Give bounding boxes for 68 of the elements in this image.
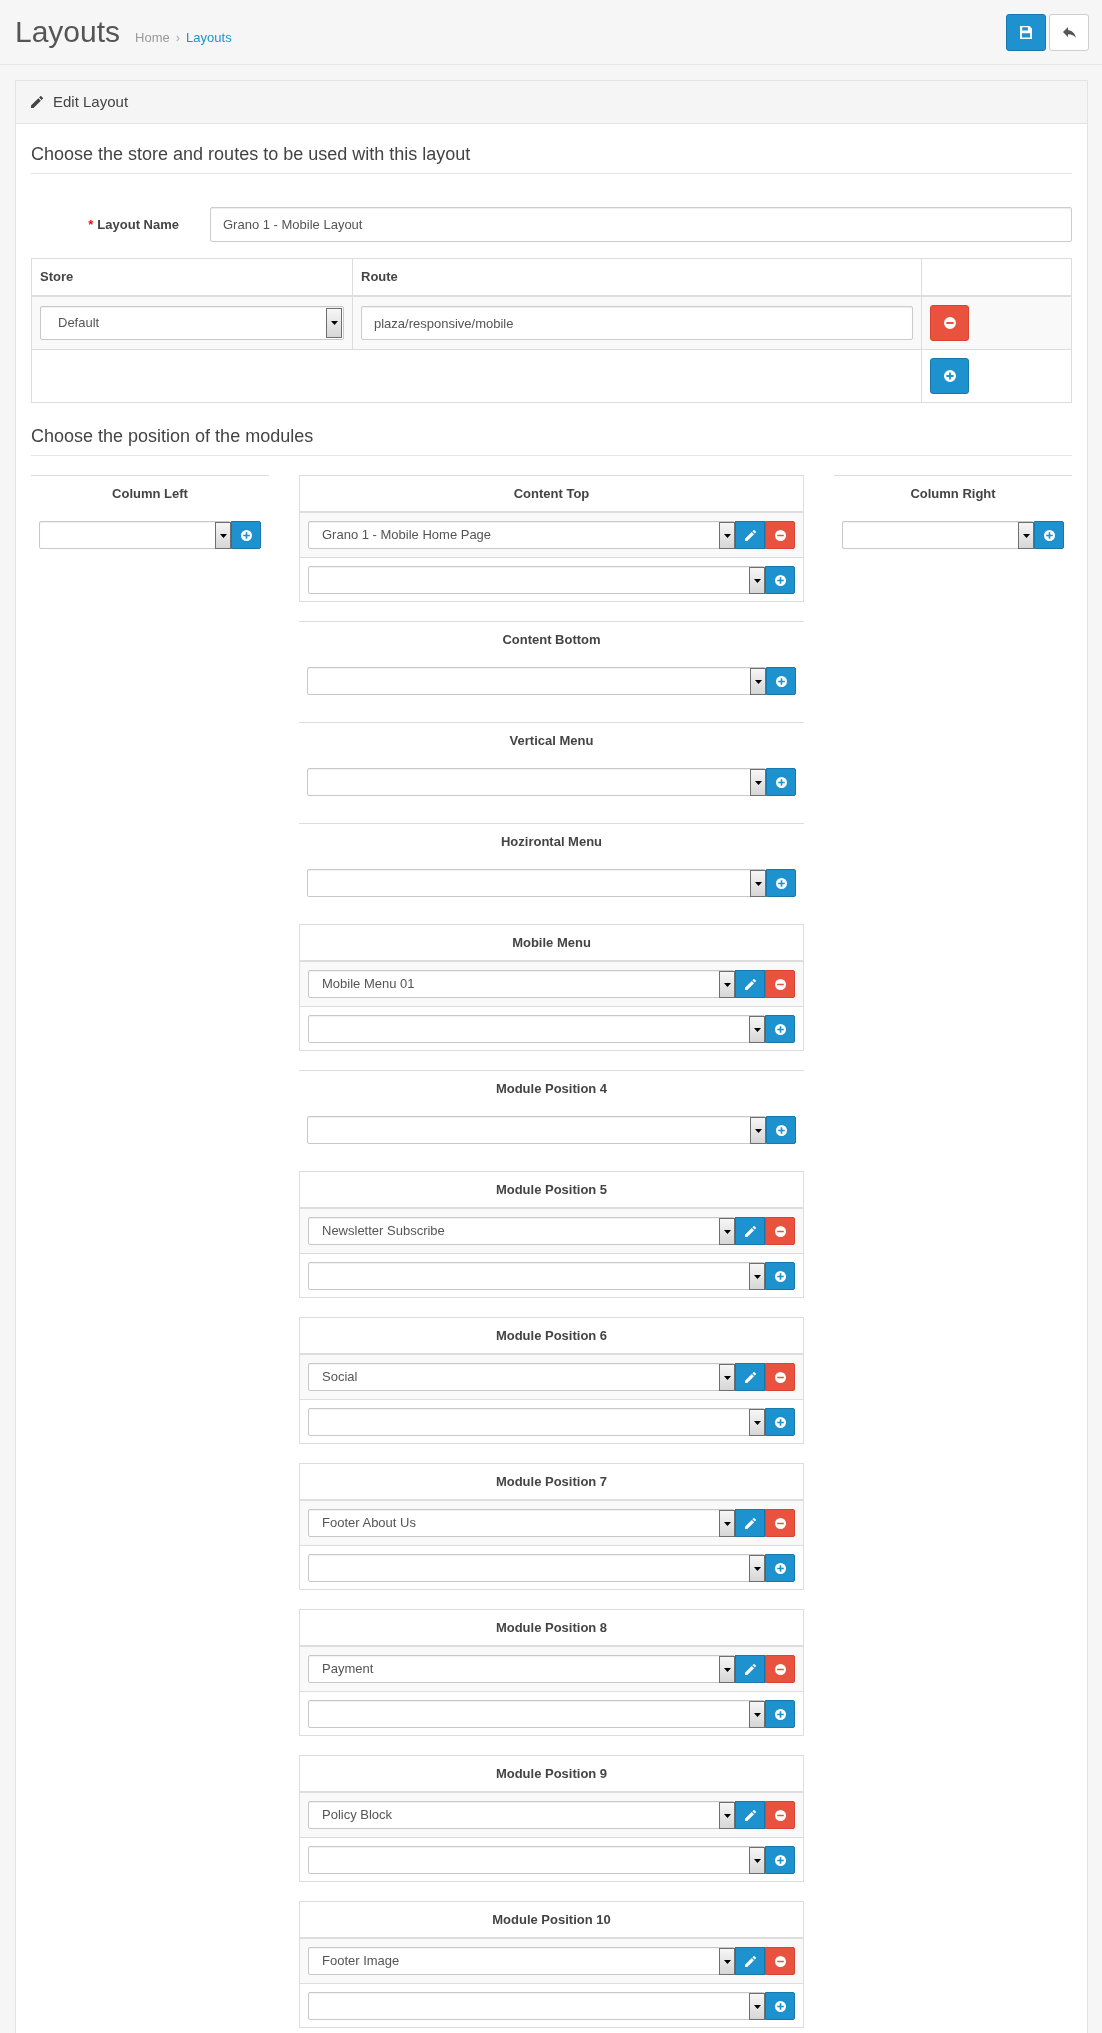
- layout-name-input[interactable]: Grano 1 - Mobile Layout: [210, 207, 1072, 242]
- field-label: Layout Name: [97, 217, 179, 232]
- remove-button[interactable]: [765, 1363, 795, 1391]
- add-button[interactable]: [765, 1700, 795, 1728]
- remove-button[interactable]: [765, 1655, 795, 1683]
- breadcrumb-separator: ›: [175, 30, 181, 45]
- required-mark: *: [88, 217, 94, 232]
- edit-button[interactable]: [735, 1947, 765, 1975]
- page-title: Layouts: [15, 17, 121, 47]
- module-select[interactable]: Footer About Us: [308, 1509, 735, 1537]
- section-legend: Choose the position of the modules: [31, 426, 1072, 456]
- edit-button[interactable]: [735, 1801, 765, 1829]
- edit-button[interactable]: [735, 521, 765, 549]
- remove-button[interactable]: [765, 1217, 795, 1245]
- module-select[interactable]: Grano 1 - Mobile Home Page: [308, 521, 735, 549]
- edit-button[interactable]: [735, 1217, 765, 1245]
- module-select[interactable]: Policy Block: [308, 1801, 735, 1829]
- pencil-icon: [744, 1809, 756, 1821]
- add-button[interactable]: [765, 1554, 795, 1582]
- module-select[interactable]: Newsletter Subscribe: [308, 1217, 735, 1245]
- remove-button[interactable]: [930, 305, 969, 341]
- position-heading: Vertical Menu: [508, 732, 595, 750]
- pencil-icon: [744, 1955, 756, 1967]
- pencil-icon: [744, 1225, 756, 1237]
- position-heading: Content Bottom: [501, 631, 602, 649]
- module-select[interactable]: Footer Image: [308, 1947, 735, 1975]
- add-button[interactable]: [766, 1116, 796, 1144]
- pencil-icon: [744, 1517, 756, 1529]
- back-button[interactable]: [1049, 13, 1089, 51]
- position-heading: Module Position 4: [494, 1080, 609, 1098]
- add-button[interactable]: [765, 1846, 795, 1874]
- pencil-icon: [31, 96, 43, 108]
- add-button[interactable]: [1034, 521, 1064, 549]
- curved-arrow-icon: [1062, 26, 1076, 38]
- remove-button[interactable]: [765, 1947, 795, 1975]
- add-button[interactable]: [765, 1408, 795, 1436]
- edit-button[interactable]: [735, 1509, 765, 1537]
- add-button[interactable]: [765, 1262, 795, 1290]
- add-button[interactable]: [766, 869, 796, 897]
- edit-button[interactable]: [735, 1363, 765, 1391]
- edit-button[interactable]: [735, 1655, 765, 1683]
- position-heading: Column Right: [909, 485, 997, 503]
- add-button[interactable]: [231, 521, 261, 549]
- position-heading: Column Left: [111, 485, 189, 503]
- pencil-icon: [744, 978, 756, 990]
- module-select[interactable]: Payment: [308, 1655, 735, 1683]
- panel-title: Edit Layout: [53, 92, 129, 112]
- add-button[interactable]: [765, 1015, 795, 1043]
- add-button[interactable]: [930, 358, 969, 394]
- module-select[interactable]: Social: [308, 1363, 735, 1391]
- remove-button[interactable]: [765, 1801, 795, 1829]
- remove-button[interactable]: [765, 970, 795, 998]
- add-button[interactable]: [766, 667, 796, 695]
- add-button[interactable]: [766, 768, 796, 796]
- module-select[interactable]: Mobile Menu 01: [308, 970, 735, 998]
- route-input[interactable]: plaza/responsive/mobile: [361, 306, 913, 340]
- remove-button[interactable]: [765, 1509, 795, 1537]
- store-select[interactable]: Default: [40, 306, 344, 340]
- edit-button[interactable]: [735, 970, 765, 998]
- add-button[interactable]: [765, 1992, 795, 2020]
- remove-button[interactable]: [765, 521, 795, 549]
- pencil-icon: [744, 1663, 756, 1675]
- position-heading: Hozirontal Menu: [499, 833, 604, 851]
- add-button[interactable]: [765, 566, 795, 594]
- save-button[interactable]: [1006, 13, 1046, 51]
- section-legend: Choose the store and routes to be used with this layout: [31, 144, 1072, 174]
- pencil-icon: [744, 1371, 756, 1383]
- pencil-icon: [744, 529, 756, 541]
